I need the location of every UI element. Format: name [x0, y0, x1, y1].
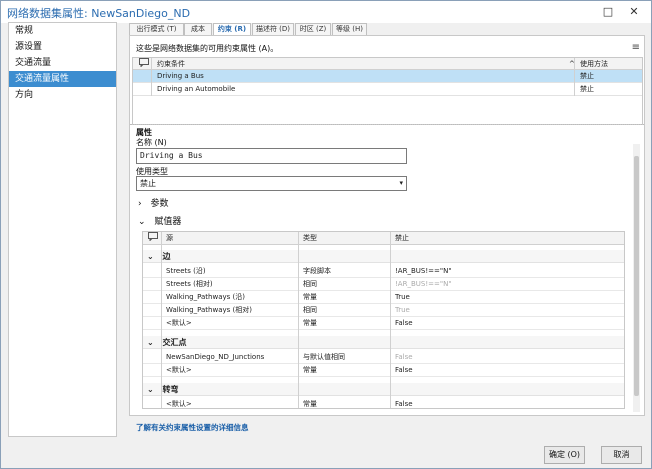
usage-type-value: 禁止: [140, 179, 156, 188]
constraints-table: 约束条件 ^ 使用方法 Driving a Bus 禁止 Driving an …: [132, 57, 643, 125]
sidebar-item-travel-attributes[interactable]: 交通流量属性: [9, 71, 116, 87]
evaluator-value: !AR_BUS!=="N": [395, 280, 452, 288]
learn-more-link[interactable]: 了解有关约束属性设置的详细信息: [136, 422, 249, 433]
constraint-usage: 禁止: [580, 72, 594, 80]
evaluator-source: Streets (沿): [166, 267, 206, 275]
evaluator-type: 常量: [303, 319, 317, 327]
title-bar: 网络数据集属性: NewSanDiego_ND □ ✕: [1, 1, 651, 23]
chevron-down-icon: ⌄: [147, 338, 154, 347]
evaluator-source: Streets (相对): [166, 280, 213, 288]
parameters-expander[interactable]: › 参数: [138, 196, 169, 209]
table-row[interactable]: NewSanDiego_ND_Junctions 与默认值相同 False: [143, 351, 624, 364]
scrollbar-thumb[interactable]: [634, 156, 639, 396]
group-label: 转弯: [162, 385, 179, 394]
tab-descriptors[interactable]: 描述符 (D): [252, 23, 294, 35]
column-divider: [574, 58, 575, 96]
column-divider: [151, 58, 152, 96]
evaluators-expander[interactable]: ⌄ 赋值器: [138, 214, 181, 227]
evaluators-table-header: 源 类型 禁止: [143, 232, 624, 245]
evaluator-source: <默认>: [166, 400, 192, 408]
table-row[interactable]: Walking_Pathways (相对) 相同 True: [143, 304, 624, 317]
evaluator-source: <默认>: [166, 366, 192, 374]
column-header-source[interactable]: 源: [163, 232, 298, 245]
column-divider: [390, 232, 391, 408]
chevron-down-icon: ▾: [399, 179, 403, 187]
maximize-button[interactable]: □: [597, 3, 619, 21]
chevron-right-icon: ›: [138, 199, 142, 209]
tab-costs[interactable]: 成本 (C): [184, 23, 212, 44]
evaluators-label: 赋值器: [154, 217, 182, 227]
ok-button[interactable]: 确定 (O): [544, 446, 585, 464]
column-header-usage[interactable]: 使用方法: [576, 58, 642, 70]
evaluator-type: 字段脚本: [303, 267, 331, 275]
evaluator-value: False: [395, 319, 413, 327]
sidebar-item-sources[interactable]: 源设置: [9, 39, 116, 55]
evaluator-value: False: [395, 400, 413, 408]
tab-hierarchy[interactable]: 等级 (H): [332, 23, 367, 35]
comment-icon: [145, 232, 161, 245]
group-label: 交汇点: [162, 338, 187, 347]
evaluator-type: 相同: [303, 280, 317, 288]
column-header-type[interactable]: 类型: [300, 232, 390, 245]
group-header-turns[interactable]: ⌄ 转弯: [143, 383, 624, 396]
usage-type-dropdown[interactable]: 禁止 ▾: [136, 176, 407, 191]
table-row[interactable]: Streets (相对) 相同 !AR_BUS!=="N": [143, 278, 624, 291]
restrictions-panel: 这些是网络数据集的可用约束属性 (A)。 ≡ 约束条件 ^ 使用方法 Drivi…: [129, 35, 645, 416]
table-row[interactable]: Walking_Pathways (沿) 常量 True: [143, 291, 624, 304]
table-row[interactable]: Driving a Bus 禁止: [133, 70, 642, 83]
evaluator-value: False: [395, 353, 413, 361]
column-header-restricted[interactable]: 禁止: [392, 232, 622, 245]
tab-travel-modes[interactable]: 出行模式 (T): [129, 23, 184, 35]
evaluator-type: 常量: [303, 293, 317, 301]
evaluator-type: 相同: [303, 306, 317, 314]
vertical-scrollbar[interactable]: [633, 144, 640, 412]
evaluator-type: 与默认值相同: [303, 353, 345, 361]
evaluator-source: <默认>: [166, 319, 192, 327]
parameters-label: 参数: [150, 199, 169, 209]
column-divider: [161, 232, 162, 408]
evaluators-table: 源 类型 禁止 ⌄ 边 Streets (沿) 字段脚本 !AR_BUS!=="…: [142, 231, 625, 409]
evaluator-type: 常量: [303, 400, 317, 408]
evaluator-value: !AR_BUS!=="N": [395, 267, 452, 275]
name-field[interactable]: Driving a Bus: [136, 148, 407, 164]
menu-icon[interactable]: ≡: [632, 42, 640, 53]
evaluator-value: True: [395, 293, 410, 301]
pane-splitter[interactable]: [130, 124, 644, 128]
evaluator-value: True: [395, 306, 410, 314]
sidebar: 常规 源设置 交通流量 交通流量属性 方向: [8, 22, 117, 437]
sidebar-item-directions[interactable]: 方向: [9, 87, 116, 103]
constraint-name: Driving a Bus: [157, 72, 204, 80]
sidebar-item-general[interactable]: 常规: [9, 23, 116, 39]
column-divider: [298, 232, 299, 408]
evaluator-source: Walking_Pathways (相对): [166, 306, 252, 314]
evaluator-type: 常量: [303, 366, 317, 374]
window-title: 网络数据集属性: NewSanDiego_ND: [7, 7, 191, 20]
dialog-window: 网络数据集属性: NewSanDiego_ND □ ✕ 常规 源设置 交通流量 …: [0, 0, 652, 469]
sidebar-item-travel-flow[interactable]: 交通流量: [9, 55, 116, 71]
tab-time-zones[interactable]: 时区 (Z): [295, 23, 331, 35]
constraint-usage: 禁止: [580, 85, 594, 93]
evaluator-source: Walking_Pathways (沿): [166, 293, 245, 301]
table-row[interactable]: <默认> 常量 False: [143, 317, 624, 330]
constraints-table-header: 约束条件 ^ 使用方法: [133, 58, 642, 70]
close-button[interactable]: ✕: [623, 3, 645, 21]
group-label: 边: [162, 252, 171, 261]
name-label: 名称 (N): [136, 138, 167, 147]
group-header-junctions[interactable]: ⌄ 交汇点: [143, 336, 624, 349]
table-row[interactable]: Driving an Automobile 禁止: [133, 83, 642, 96]
group-header-edges[interactable]: ⌄ 边: [143, 250, 624, 263]
column-header-constraint[interactable]: 约束条件: [153, 58, 573, 70]
chevron-down-icon: ⌄: [147, 385, 154, 394]
constraint-name: Driving an Automobile: [157, 85, 236, 93]
table-row[interactable]: Streets (沿) 字段脚本 !AR_BUS!=="N": [143, 265, 624, 278]
evaluator-source: NewSanDiego_ND_Junctions: [166, 353, 265, 361]
table-row[interactable]: <默认> 常量 False: [143, 364, 624, 377]
panel-description: 这些是网络数据集的可用约束属性 (A)。: [136, 44, 279, 53]
table-row[interactable]: <默认> 常量 False: [143, 398, 624, 408]
evaluator-value: False: [395, 366, 413, 374]
chevron-down-icon: ⌄: [138, 217, 146, 227]
cancel-button[interactable]: 取消: [601, 446, 642, 464]
chevron-down-icon: ⌄: [147, 252, 154, 261]
